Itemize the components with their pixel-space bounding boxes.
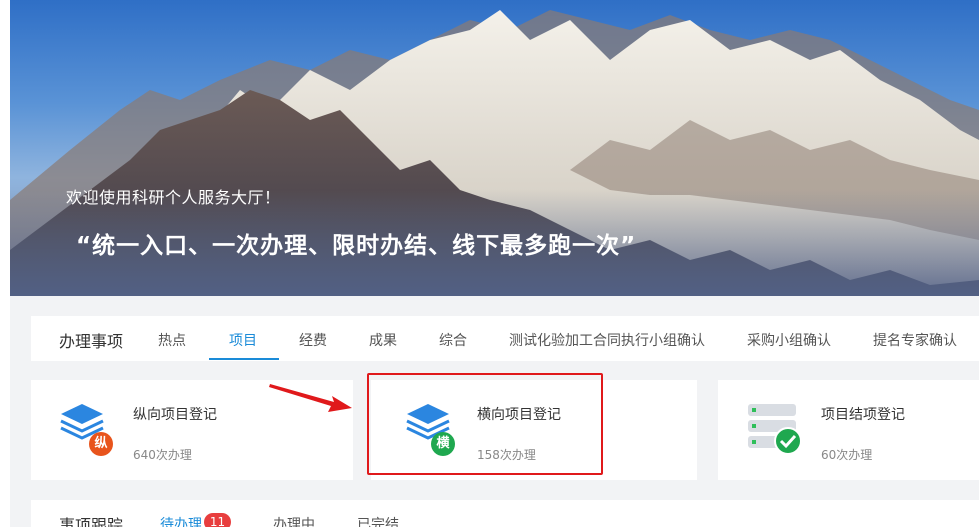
card-count: 60次办理 — [821, 448, 873, 462]
badge-vertical: 纵 — [89, 432, 113, 456]
arrow-annotation-icon — [269, 384, 352, 412]
tab-expert-nomination[interactable]: 提名专家确认 — [873, 330, 957, 350]
tab-project[interactable]: 项目 — [229, 330, 257, 350]
tab-achievements[interactable]: 成果 — [369, 330, 397, 350]
tab-funding[interactable]: 经费 — [299, 330, 327, 350]
card-title: 项目结项登记 — [821, 407, 905, 423]
pending-count-badge: 11 — [204, 513, 231, 527]
banner-slogan: “统一入口、一次办理、限时办结、线下最多跑一次” — [76, 233, 637, 259]
tab-procurement[interactable]: 采购小组确认 — [747, 330, 831, 350]
card-title: 纵向项目登记 — [133, 407, 217, 423]
banner: 欢迎使用科研个人服务大厅！ “统一入口、一次办理、限时办结、线下最多跑一次” — [10, 0, 979, 296]
tab-in-progress[interactable]: 办理中 — [273, 514, 315, 527]
tracking-section: 事项跟踪 待办理 11 办理中 已完结 — [31, 500, 979, 527]
card-project-completion[interactable]: 项目结项登记 60次办理 — [718, 380, 979, 480]
tab-general[interactable]: 综合 — [439, 330, 467, 350]
tab-pending[interactable]: 待办理 — [160, 514, 202, 527]
tab-completed[interactable]: 已完结 — [357, 514, 399, 527]
tabs-title: 办理事项 — [59, 332, 124, 351]
tracking-title: 事项跟踪 — [59, 516, 124, 527]
highlight-box — [367, 373, 603, 475]
active-tab-indicator — [209, 358, 279, 360]
server-check-icon — [748, 404, 802, 455]
tab-testing-contract[interactable]: 测试化验加工合同执行小组确认 — [509, 330, 705, 350]
banner-welcome-text: 欢迎使用科研个人服务大厅！ — [66, 188, 281, 207]
tab-hot[interactable]: 热点 — [158, 330, 186, 350]
service-tabs-bar: 办理事项 热点 项目 经费 成果 综合 测试化验加工合同执行小组确认 采购小组确… — [31, 316, 979, 361]
card-count: 640次办理 — [133, 448, 192, 462]
left-strip — [0, 0, 10, 527]
